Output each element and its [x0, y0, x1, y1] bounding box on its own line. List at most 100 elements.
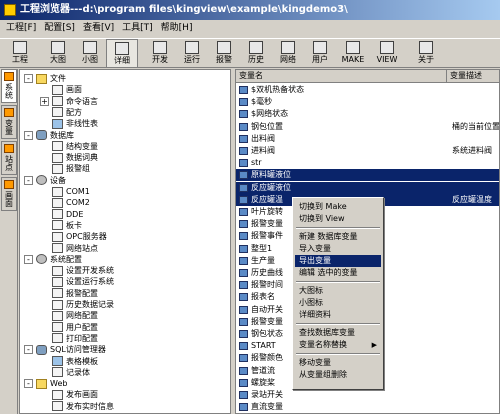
context-menu-item[interactable]: 小图标 [295, 297, 381, 309]
toolbar-history-button[interactable]: 历史 [240, 39, 272, 68]
project-tree[interactable]: - 文件 画面 + 命令语言 配方 非线性表 - 数据库 结构变量 数据词典 报警组 - 设备 COM1 CO… [19, 69, 231, 414]
variable-icon [239, 391, 248, 399]
toolbar-network-button[interactable]: 网络 [272, 39, 304, 68]
file-icon [52, 163, 63, 174]
variable-name: 生产量 [251, 255, 275, 265]
toolbar-alarm-button[interactable]: 报警 [208, 39, 240, 68]
context-menu-item[interactable]: 从变量组删除 [295, 369, 381, 381]
variable-icon [239, 159, 248, 168]
table-icon [52, 118, 63, 129]
tab-variables[interactable]: 变量 [1, 105, 17, 139]
context-menu-item[interactable]: 切换到 Make [295, 201, 381, 213]
large-icons-icon [51, 41, 65, 54]
file-icon [52, 322, 63, 333]
toolbar-run-button[interactable]: 运行 [176, 39, 208, 68]
variable-row[interactable]: 出料阀 [236, 133, 499, 145]
context-menu-item-label: 详细资料 [299, 310, 331, 319]
variable-icon [239, 220, 248, 229]
tab-stations[interactable]: 站点 [1, 141, 17, 175]
variable-row[interactable]: 进料阀 系统进料阀 [236, 145, 499, 157]
context-menu-item[interactable]: 新建 数据库变量 [295, 231, 381, 243]
toolbar-details-button[interactable]: 详细 [106, 39, 138, 68]
column-header-name[interactable]: 变量名 [236, 70, 447, 83]
menu-view[interactable]: 查看[V] [79, 20, 118, 37]
variable-icon [239, 171, 248, 180]
context-menu-item[interactable]: 变量名称替换 ▶ [295, 339, 381, 351]
variable-row[interactable]: 反应罐液位 [236, 181, 499, 194]
variable-row[interactable]: 钢包位置 桶的当前位置 [236, 121, 499, 133]
variable-icon [239, 354, 248, 363]
toolbar-user-button[interactable]: 用户 [304, 39, 336, 68]
context-menu-item[interactable]: 大图标 [295, 285, 381, 297]
menu-project[interactable]: 工程[F] [2, 20, 40, 37]
file-icon [52, 389, 63, 400]
file-icon [52, 84, 63, 95]
variable-icon [239, 232, 248, 241]
variable-row[interactable]: 录站开关 [236, 389, 499, 401]
folder-icon [36, 378, 47, 389]
variable-icon [239, 342, 248, 351]
tab-system[interactable]: 系统 [1, 69, 17, 103]
context-menu-item-label: 大图标 [299, 286, 323, 295]
column-header-description[interactable]: 变量描述 [447, 70, 499, 83]
collapse-toggle[interactable]: - [24, 74, 33, 83]
tab-screens[interactable]: 画面 [1, 177, 17, 211]
toolbar-develop-button[interactable]: 开发 [144, 39, 176, 68]
about-icon [419, 41, 433, 54]
title-bar: 工程浏览器---d:\program files\kingview\exampl… [0, 0, 500, 20]
variable-name: 管道流 [251, 365, 275, 375]
history-icon [249, 41, 263, 54]
variable-icon [239, 366, 248, 375]
context-menu-item[interactable]: 切换到 View [295, 213, 381, 225]
variable-name: 钢包状态 [251, 329, 283, 338]
collapse-toggle[interactable]: - [24, 175, 33, 185]
variable-row[interactable]: $网络状态 [236, 108, 499, 120]
variable-name: 反应罐液位 [251, 182, 291, 192]
db-icon [36, 130, 47, 140]
collapse-toggle[interactable]: - [24, 379, 33, 389]
variable-name: 螺旋桨 [251, 377, 275, 387]
toolbar-view-button[interactable]: VIEW [370, 39, 404, 68]
collapse-toggle[interactable]: - [24, 345, 33, 355]
menu-config[interactable]: 配置[S] [40, 20, 79, 37]
side-tab-strip: 系统 变量 站点 画面 [0, 69, 18, 414]
table-icon [52, 356, 63, 366]
toolbar-large-icons-button[interactable]: 大图 [42, 39, 74, 68]
context-menu-item[interactable]: 导入变量 [295, 243, 381, 255]
variable-row[interactable]: 直流变量 [236, 401, 499, 413]
gear-icon [36, 254, 47, 265]
variable-row[interactable]: $双机热备状态 [236, 84, 499, 96]
file-icon [52, 107, 63, 118]
tree-item[interactable]: 发布实时信息 [40, 400, 114, 413]
context-menu-item[interactable]: 编辑 选中的变量 [295, 267, 381, 279]
menu-help[interactable]: 帮助[H] [157, 20, 197, 37]
context-menu-item[interactable]: 查找数据库变量 [295, 327, 381, 339]
variable-name: 报警事件 [251, 231, 283, 241]
toolbar-small-icons-button[interactable]: 小图 [74, 39, 106, 68]
collapse-toggle[interactable]: - [24, 254, 33, 264]
system-tab-icon [4, 72, 14, 81]
variable-name: $双机热备状态 [251, 85, 305, 94]
context-menu-item[interactable]: 导出变量 [295, 255, 381, 267]
context-menu-item[interactable]: 移动变量 [295, 357, 381, 369]
menu-separator [296, 353, 380, 355]
variable-row[interactable]: str [236, 157, 499, 169]
context-menu-item[interactable]: 详细资料 [295, 309, 381, 321]
file-icon [52, 209, 63, 220]
variable-icon [239, 122, 248, 131]
variable-icon [239, 244, 248, 253]
menu-tools[interactable]: 工具[T] [118, 20, 157, 37]
toolbar-about-button[interactable]: 关于 [410, 39, 442, 68]
variable-name: 反应罐温 [251, 194, 283, 204]
variable-name: 叶片旋转 [251, 207, 283, 216]
toolbar-project-button[interactable]: 工程 [4, 39, 36, 68]
expand-toggle[interactable]: + [40, 96, 49, 106]
toolbar-make-button[interactable]: MAKE [336, 39, 370, 68]
file-icon [52, 243, 63, 253]
variable-icon [239, 269, 248, 277]
context-menu-item-label: 导出变量 [299, 256, 331, 265]
collapse-toggle[interactable]: - [24, 130, 33, 140]
variable-row[interactable]: $毫秒 [236, 96, 499, 108]
window-title: 工程浏览器---d:\program files\kingview\exampl… [20, 4, 348, 15]
variable-row[interactable]: 原料罐液位 [236, 169, 499, 182]
